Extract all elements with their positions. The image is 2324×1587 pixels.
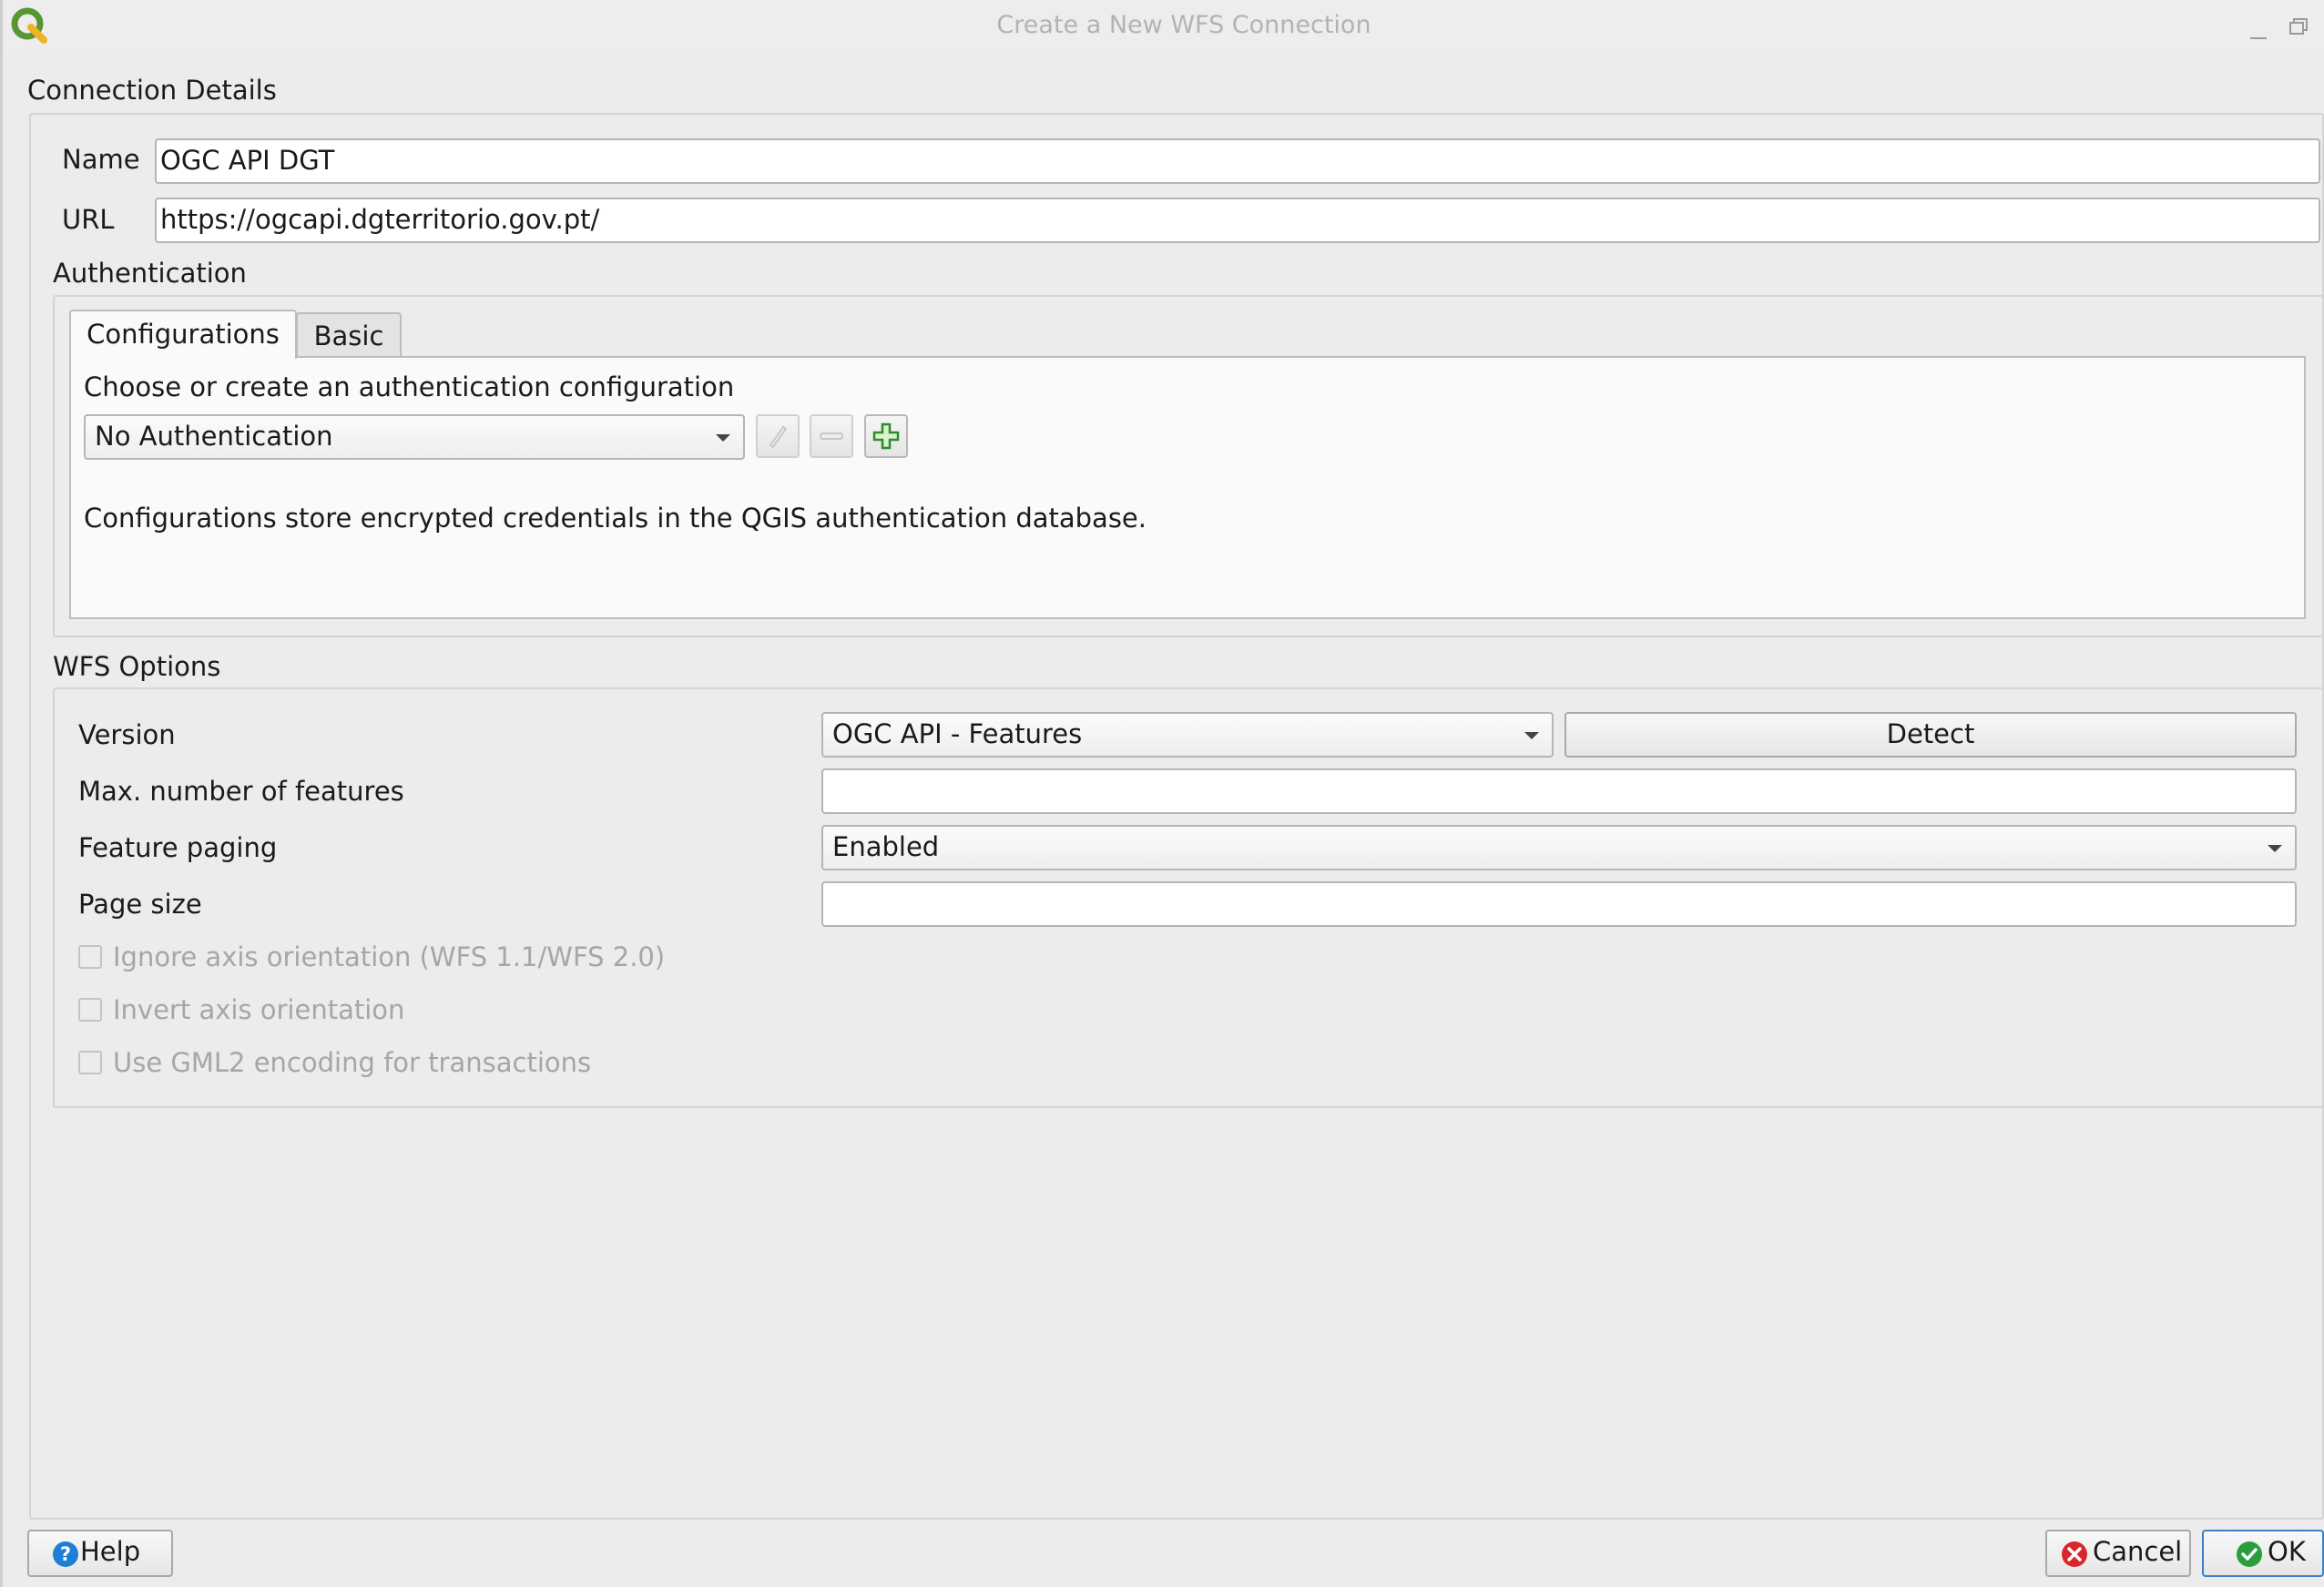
url-input[interactable]: https://ogcapi.dgterritorio.gov.pt/	[155, 198, 2320, 243]
invert-axis-checkbox[interactable]	[78, 998, 102, 1022]
connection-details-title: Connection Details	[27, 75, 277, 106]
max-features-input[interactable]	[821, 768, 2297, 814]
version-label: Version	[78, 719, 176, 750]
wfs-options-title: WFS Options	[53, 651, 221, 682]
edit-config-button[interactable]	[756, 414, 800, 458]
auth-config-select[interactable]: No Authentication	[84, 414, 745, 460]
cancel-button[interactable]: Cancel	[2045, 1530, 2191, 1577]
max-features-label: Max. number of features	[78, 776, 404, 807]
ignore-axis-label: Ignore axis orientation (WFS 1.1/WFS 2.0…	[113, 941, 666, 972]
page-size-label: Page size	[78, 889, 202, 920]
help-label: Help	[80, 1536, 141, 1567]
window-frame	[0, 0, 3, 1587]
chevron-down-icon	[2268, 845, 2282, 852]
detect-button[interactable]: Detect	[1565, 712, 2297, 758]
version-select[interactable]: OGC API - Features	[821, 712, 1554, 758]
tab-configurations[interactable]: Configurations	[69, 310, 297, 359]
feature-paging-label: Feature paging	[78, 832, 278, 863]
cancel-icon	[2062, 1541, 2087, 1567]
name-input[interactable]: OGC API DGT	[155, 138, 2320, 184]
gml2-encoding-label: Use GML2 encoding for transactions	[113, 1047, 592, 1078]
ignore-axis-checkbox[interactable]	[78, 945, 102, 969]
minus-icon	[820, 432, 843, 440]
cancel-label: Cancel	[2093, 1536, 2183, 1567]
feature-paging-select[interactable]: Enabled	[821, 825, 2297, 870]
minimize-icon[interactable]	[2248, 20, 2269, 42]
gml2-encoding-checkbox[interactable]	[78, 1051, 102, 1074]
ok-button[interactable]: OK	[2202, 1530, 2324, 1577]
url-label: URL	[62, 204, 115, 235]
tab-basic[interactable]: Basic	[296, 312, 402, 358]
name-label: Name	[62, 144, 140, 175]
ok-label: OK	[2268, 1536, 2306, 1567]
invert-axis-label: Invert axis orientation	[113, 994, 405, 1025]
choose-config-label: Choose or create an authentication confi…	[84, 371, 735, 402]
window-title: Create a New WFS Connection	[996, 11, 1371, 39]
help-icon: ?	[53, 1541, 78, 1567]
plus-icon	[872, 422, 900, 450]
help-button[interactable]: ? Help	[27, 1530, 173, 1577]
restore-icon[interactable]	[2288, 16, 2309, 38]
svg-text:?: ?	[60, 1543, 71, 1565]
feature-paging-value: Enabled	[832, 831, 940, 862]
auth-info-text: Configurations store encrypted credentia…	[84, 503, 1147, 534]
auth-config-value: No Authentication	[95, 421, 333, 452]
add-config-button[interactable]	[864, 414, 908, 458]
pencil-icon	[769, 425, 788, 449]
version-value: OGC API - Features	[832, 718, 1083, 749]
chevron-down-icon	[716, 434, 730, 442]
page-size-input[interactable]	[821, 881, 2297, 927]
authentication-title: Authentication	[53, 258, 247, 289]
remove-config-button[interactable]	[810, 414, 853, 458]
chevron-down-icon	[1524, 732, 1539, 739]
check-icon	[2237, 1541, 2262, 1567]
